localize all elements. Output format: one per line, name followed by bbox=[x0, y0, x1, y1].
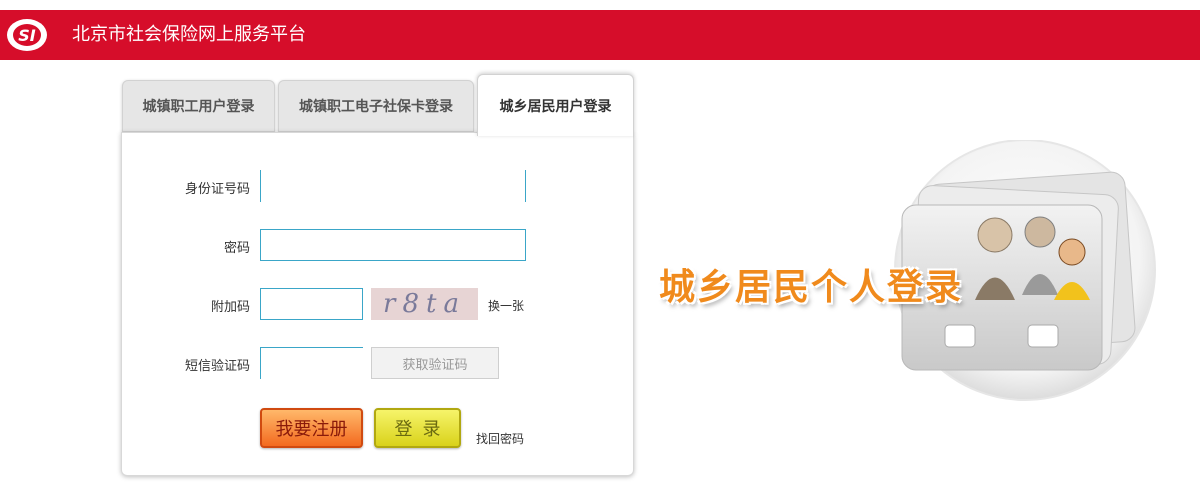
captcha-label: 附加码 bbox=[210, 300, 250, 315]
forgot-password-link[interactable]: 找回密码 bbox=[476, 430, 524, 447]
id-number-label: 身份证号码 bbox=[184, 182, 250, 197]
illustration-caption: 城乡居民个人登录 bbox=[659, 267, 964, 308]
sms-code-input[interactable] bbox=[260, 347, 363, 379]
tab-urban-employee-ecard-login[interactable]: 城镇职工电子社保卡登录 bbox=[278, 80, 474, 132]
get-sms-code-button[interactable]: 获取验证码 bbox=[371, 347, 499, 379]
login-button[interactable]: 登录 bbox=[374, 408, 461, 448]
tab-resident-login[interactable]: 城乡居民用户登录 bbox=[477, 74, 634, 136]
password-label: 密码 bbox=[223, 241, 250, 256]
sms-code-label: 短信验证码 bbox=[184, 359, 250, 374]
si-logo-icon: SI bbox=[7, 19, 47, 51]
tab-urban-employee-login[interactable]: 城镇职工用户登录 bbox=[122, 80, 275, 132]
captcha-image[interactable]: r8ta bbox=[371, 288, 478, 320]
svg-text:SI: SI bbox=[18, 26, 36, 45]
header-bar: SI 北京市社会保险网上服务平台 bbox=[0, 10, 1200, 60]
password-input[interactable] bbox=[260, 229, 526, 261]
captcha-input[interactable] bbox=[260, 288, 363, 320]
captcha-refresh-link[interactable]: 换一张 bbox=[488, 297, 524, 314]
register-button[interactable]: 我要注册 bbox=[260, 408, 363, 448]
site-title: 北京市社会保险网上服务平台 bbox=[72, 24, 306, 45]
id-number-input[interactable] bbox=[260, 170, 526, 202]
